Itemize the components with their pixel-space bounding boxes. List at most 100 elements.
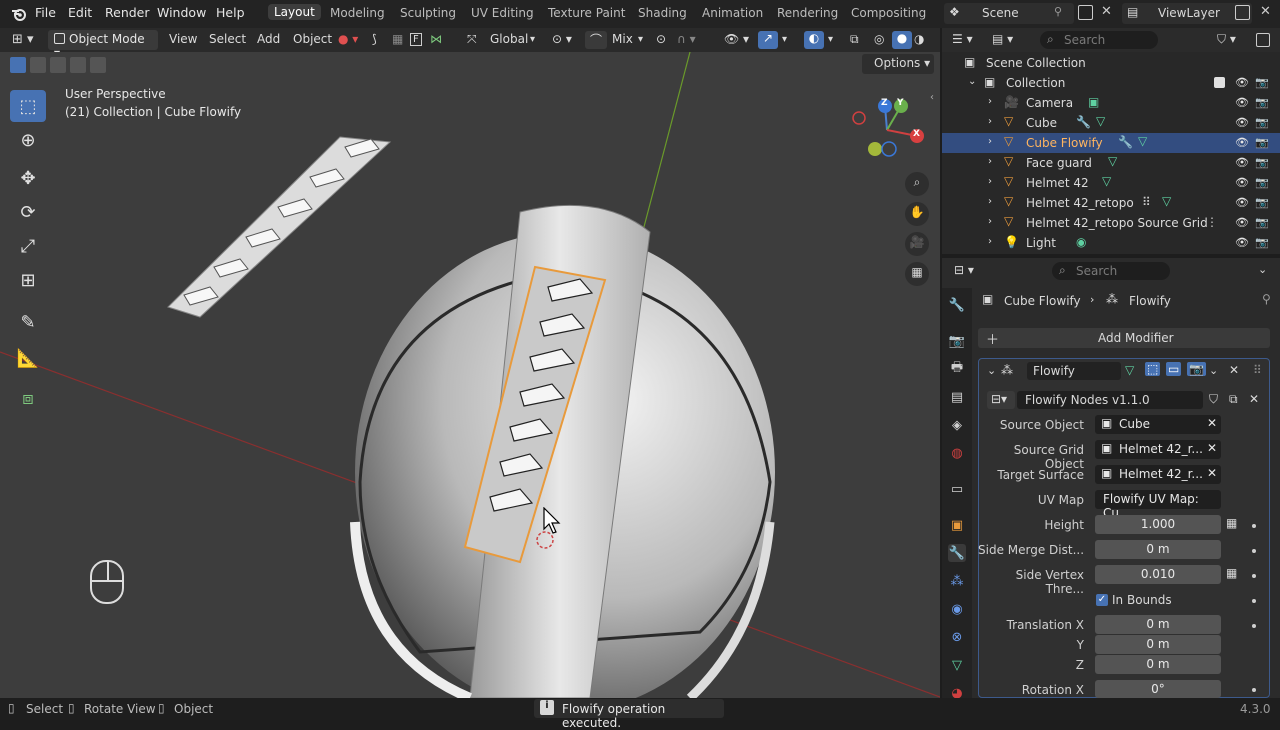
- unlink-node-group-icon[interactable]: ✕: [1249, 392, 1259, 406]
- grid-icon[interactable]: ▦: [392, 32, 403, 46]
- gizmo-toggle-icon[interactable]: ↗: [758, 31, 778, 49]
- render-camera-icon[interactable]: 📷: [1255, 216, 1269, 229]
- render-camera-icon[interactable]: 📷: [1255, 156, 1269, 169]
- translation-y-field[interactable]: 0 m: [1095, 635, 1221, 654]
- select-extend-icon[interactable]: [30, 57, 46, 73]
- source-grid-object-field[interactable]: ▣ Helmet 42_r... ✕: [1095, 440, 1221, 459]
- orientation-chevron-icon[interactable]: ▾: [530, 34, 535, 45]
- outliner-item-helmet-42[interactable]: › ▽ Helmet 42 ▽ 👁 📷: [942, 173, 1280, 193]
- delete-scene-icon[interactable]: ✕: [1101, 4, 1112, 19]
- editor-type-icon[interactable]: ⊞ ▾: [12, 32, 34, 47]
- camera-data-icon[interactable]: ▣: [1088, 95, 1099, 109]
- status-report[interactable]: i Flowify operation executed.: [534, 699, 724, 730]
- expand-chevron-icon[interactable]: ›: [988, 156, 992, 167]
- tab-uv-editing[interactable]: UV Editing: [471, 6, 534, 20]
- drag-handle-icon[interactable]: ⠿: [1253, 363, 1262, 377]
- attribute-toggle-icon[interactable]: ▦: [1226, 566, 1237, 580]
- remove-modifier-icon[interactable]: ✕: [1229, 363, 1239, 377]
- overlays-chevron-icon[interactable]: ▾: [828, 34, 833, 45]
- rotate-tool-icon[interactable]: ⟳: [10, 196, 46, 228]
- orientation-label[interactable]: Global: [490, 32, 528, 46]
- expand-chevron-icon[interactable]: ›: [988, 196, 992, 207]
- mesh-data-icon[interactable]: ▽: [1096, 114, 1105, 128]
- render-camera-icon[interactable]: 📷: [1255, 196, 1269, 209]
- transform-pivot-icon[interactable]: ⤧: [467, 32, 477, 47]
- target-surface-field[interactable]: ▣ Helmet 42_r... ✕: [1095, 465, 1221, 484]
- annotate-tool-icon[interactable]: ✎: [10, 306, 46, 338]
- add-modifier-button[interactable]: ＋ Add Modifier: [978, 328, 1270, 348]
- scale-tool-icon[interactable]: ⤢: [10, 230, 46, 262]
- hide-eye-icon[interactable]: 👁: [1235, 116, 1249, 129]
- object-tab-icon[interactable]: ▣: [948, 516, 966, 534]
- translation-x-field[interactable]: 0 m: [1095, 615, 1221, 634]
- select-new-icon[interactable]: [10, 57, 26, 73]
- properties-search-input[interactable]: Search: [1052, 262, 1170, 280]
- height-field[interactable]: 1.000: [1095, 515, 1221, 534]
- vertex-groups-icon[interactable]: ⠿: [1142, 195, 1151, 209]
- properties-options-chevron-icon[interactable]: ⌄: [1258, 263, 1267, 276]
- pivot-point-icon[interactable]: ⊙ ▾: [552, 32, 572, 46]
- outliner-item-light[interactable]: › 💡 Light ◉ 👁 📷: [942, 233, 1280, 253]
- scene-tab-icon[interactable]: ◈: [948, 416, 966, 434]
- edit-mode-toggle-icon[interactable]: ▽: [1125, 363, 1134, 377]
- outliner-editor-icon[interactable]: ☰ ▾: [952, 32, 973, 46]
- uv-map-field[interactable]: Flowify UV Map: Cu...: [1095, 490, 1221, 520]
- xray-icon[interactable]: ⧉: [850, 32, 859, 47]
- side-merge-distance-field[interactable]: 0 m: [1095, 540, 1221, 559]
- hide-eye-icon[interactable]: 👁: [1235, 76, 1249, 89]
- menu-add[interactable]: Add: [257, 32, 280, 46]
- render-tab-icon[interactable]: 📷: [948, 332, 966, 350]
- particles-tab-icon[interactable]: ⁂: [948, 572, 966, 590]
- hide-eye-icon[interactable]: 👁: [1235, 156, 1249, 169]
- menu-file[interactable]: File: [35, 5, 56, 20]
- hide-eye-icon[interactable]: 👁: [1235, 196, 1249, 209]
- new-view-layer-icon[interactable]: [1235, 5, 1250, 20]
- outliner-collection[interactable]: ⌄ ▣ Collection 👁 📷: [942, 73, 1280, 93]
- tab-rendering[interactable]: Rendering: [777, 6, 838, 20]
- outliner-item-camera[interactable]: › 🎥 Camera ▣ 👁 📷: [942, 93, 1280, 113]
- output-tab-icon[interactable]: 🖶: [948, 360, 966, 378]
- expand-chevron-icon[interactable]: ›: [988, 176, 992, 187]
- shading-material-icon[interactable]: ◑: [914, 32, 924, 46]
- pin-icon[interactable]: ⚲: [1262, 292, 1271, 306]
- render-camera-icon[interactable]: 📷: [1255, 176, 1269, 189]
- keyframe-dot[interactable]: [1252, 599, 1256, 603]
- tab-sculpting[interactable]: Sculpting: [400, 6, 456, 20]
- select-invert-icon[interactable]: [70, 57, 86, 73]
- modifier-wrench-icon[interactable]: 🔧: [1118, 135, 1133, 149]
- measure-tool-icon[interactable]: 📐: [10, 342, 46, 374]
- world-tab-icon[interactable]: ◍: [948, 444, 966, 462]
- 3d-viewport[interactable]: User Perspective (21) Collection | Cube …: [0, 52, 940, 698]
- outliner-item-cube[interactable]: › ▽ Cube 🔧 ▽ 👁 📷: [942, 113, 1280, 133]
- hide-eye-icon[interactable]: 👁: [1235, 136, 1249, 149]
- filter-icon[interactable]: ⛉ ▾: [1217, 32, 1236, 47]
- falloff-icon[interactable]: ∩ ▾: [677, 32, 696, 46]
- expand-chevron-icon[interactable]: ›: [988, 236, 992, 247]
- tool-tab-icon[interactable]: 🔧: [948, 296, 966, 314]
- menu-help[interactable]: Help: [216, 5, 245, 20]
- pin-icon[interactable]: ⚲: [1054, 5, 1062, 18]
- delete-view-layer-icon[interactable]: ✕: [1260, 4, 1271, 19]
- f-key-icon[interactable]: F: [410, 33, 422, 46]
- new-collection-icon[interactable]: [1256, 33, 1270, 47]
- menu-object[interactable]: Object: [293, 32, 332, 46]
- data-tab-icon[interactable]: ▽: [948, 656, 966, 674]
- cursor-tool-icon[interactable]: ⊕: [10, 124, 46, 156]
- keyframe-dot[interactable]: [1252, 549, 1256, 553]
- shading-solid-icon[interactable]: ●: [892, 31, 912, 49]
- clear-field-icon[interactable]: ✕: [1207, 416, 1217, 430]
- mesh-data-icon[interactable]: ▽: [1108, 154, 1117, 168]
- new-scene-icon[interactable]: [1078, 5, 1093, 20]
- keyframe-dot[interactable]: [1252, 688, 1256, 692]
- overlay-shapes-icon[interactable]: ● ▾: [338, 32, 358, 46]
- tab-modeling[interactable]: Modeling: [330, 6, 385, 20]
- render-camera-icon[interactable]: 📷: [1255, 116, 1269, 129]
- outliner-item-helmet-42-retopo-source-grid[interactable]: › ▽ Helmet 42_retopo Source Grid ⋮ 👁 📷: [942, 213, 1280, 233]
- cage-toggle-icon[interactable]: ⬚: [1145, 362, 1161, 376]
- modifier-tab-icon[interactable]: 🔧: [948, 544, 966, 562]
- exclude-checkbox[interactable]: [1214, 77, 1225, 88]
- snap-mode-label[interactable]: Mix: [612, 32, 633, 46]
- camera-view-icon[interactable]: 🎥: [905, 232, 929, 256]
- translation-z-field[interactable]: 0 m: [1095, 655, 1221, 674]
- zoom-icon[interactable]: ⌕: [905, 172, 929, 196]
